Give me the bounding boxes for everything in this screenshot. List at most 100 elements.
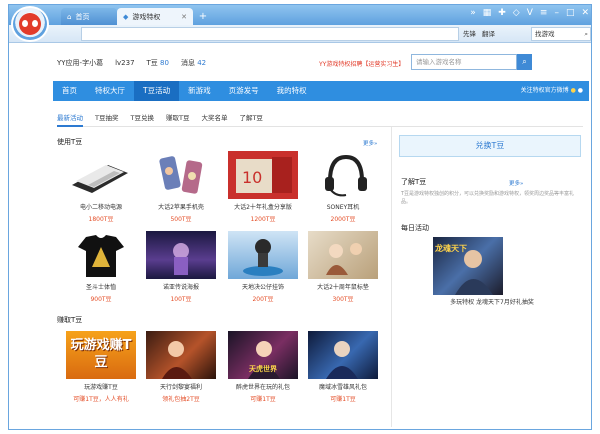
- tdou-label: T豆: [146, 59, 158, 67]
- close-window-icon[interactable]: ✕: [581, 8, 589, 18]
- use-item[interactable]: 大话2十周年鼠标垫 300T豆: [307, 231, 379, 303]
- pioneer-tool[interactable]: 先锋: [463, 28, 476, 38]
- messages[interactable]: 消息 42: [181, 58, 206, 68]
- close-icon[interactable]: ✕: [181, 13, 187, 21]
- grid-icon[interactable]: ▦: [483, 8, 492, 18]
- learn-more-link[interactable]: 更多»: [509, 179, 523, 187]
- earn-tdou-title: 赚取T豆: [57, 316, 83, 324]
- gift-box-image: 10: [228, 151, 298, 199]
- browser-search-input[interactable]: 找游戏 ⌕: [531, 27, 591, 41]
- follow-weibo-text: 关注特权官方微博: [520, 87, 569, 94]
- item-name: 天行剑黎宴福利: [159, 384, 202, 391]
- item-price: 1800T豆: [88, 216, 114, 223]
- weibo-icon: ●: [570, 87, 576, 94]
- browser-tab-strip: ⌂ 首页 ◆ 游戏特权 ✕ + » ▦ ✚ ◇ V ≡ – □ ✕: [9, 5, 591, 25]
- use-item[interactable]: SONEY耳机 2000T豆: [307, 151, 379, 223]
- exchange-tdou-button[interactable]: 兑换T豆: [399, 135, 581, 157]
- game-search-input[interactable]: 请输入游戏名称: [411, 54, 517, 70]
- subtab-earn[interactable]: 赚取T豆: [166, 111, 189, 127]
- item-reward: 可赚1T豆，人人有礼: [73, 396, 129, 403]
- recruit-promo-link[interactable]: YY游戏特权招聘【运营实习生】: [319, 59, 404, 68]
- browser-window: ⌂ 首页 ◆ 游戏特权 ✕ + » ▦ ✚ ◇ V ≡ – □ ✕ ← ↻ 先锋…: [8, 4, 592, 430]
- game-logo-text: 天虎世界: [249, 365, 277, 373]
- subtab-latest[interactable]: 最新活动: [57, 111, 83, 127]
- earn-item[interactable]: 魔域冰雪雄风礼包 可赚1T豆: [307, 331, 379, 403]
- user-level: lv237: [115, 59, 135, 67]
- menu-item-webgame-codes[interactable]: 页游发号: [220, 81, 268, 101]
- subtab-exchange[interactable]: T豆兑换: [130, 111, 153, 127]
- earn-banner-text: 玩游戏赚T豆: [70, 338, 132, 370]
- gem-icon[interactable]: ◇: [513, 8, 520, 18]
- item-reward: 领礼包抽2T豆: [162, 396, 200, 403]
- use-item[interactable]: 天地决公仔挂饰 200T豆: [227, 231, 299, 303]
- address-bar[interactable]: [81, 27, 459, 41]
- item-name: 电小二移动电源: [79, 204, 122, 211]
- browser-logo[interactable]: [11, 6, 49, 42]
- qq-weibo-icon: ●: [577, 87, 583, 94]
- menu-icon[interactable]: ≡: [540, 8, 548, 18]
- search-icon[interactable]: ⌕: [584, 28, 588, 40]
- use-item[interactable]: 圣斗士体恤 900T豆: [65, 231, 137, 303]
- earn-item[interactable]: 玩游戏赚T豆 玩游戏赚T豆 可赚1T豆，人人有礼: [65, 331, 137, 403]
- subtab-lottery[interactable]: T豆抽奖: [95, 111, 118, 127]
- menu-item-my-privileges[interactable]: 我的特权: [268, 81, 316, 101]
- item-name: SONEY耳机: [326, 204, 360, 211]
- use-item[interactable]: 诺亚传说海报 100T豆: [145, 231, 217, 303]
- menu-item-home[interactable]: 首页: [53, 81, 86, 101]
- tab-label: 首页: [75, 12, 90, 21]
- address-tools: 先锋 翻译: [463, 28, 495, 38]
- sidebar-divider: [391, 127, 392, 427]
- use-item[interactable]: 大话2苹果手机壳 500T豆: [145, 151, 217, 223]
- use-item[interactable]: 电小二移动电源 1800T豆: [65, 151, 137, 223]
- follow-weibo-link[interactable]: 关注特权官方微博 ● ●: [521, 81, 583, 101]
- translate-tool[interactable]: 翻译: [482, 28, 495, 38]
- browser-tab-home[interactable]: ⌂ 首页: [61, 8, 117, 25]
- browser-tab-privilege[interactable]: ◆ 游戏特权 ✕: [117, 8, 193, 25]
- item-price: 500T豆: [170, 216, 192, 223]
- use-tdou-title: 使用T豆: [57, 138, 83, 146]
- username[interactable]: YY应用-字小葛: [57, 58, 103, 68]
- item-name: 圣斗士体恤: [85, 284, 116, 291]
- browser-search-value: 找游戏: [535, 30, 555, 38]
- menu-item-tdou-activity[interactable]: T豆活动: [134, 81, 180, 101]
- double-chevron-icon[interactable]: »: [470, 8, 476, 18]
- menu-item-new-games[interactable]: 新游戏: [179, 81, 220, 101]
- browser-toolbar-icons: » ▦ ✚ ◇ V ≡ – □ ✕: [470, 8, 589, 18]
- subtab-winners[interactable]: 大奖名单: [201, 111, 227, 127]
- page-content: YY应用-字小葛 lv237 T豆 80 消息 42 YY游戏特权招聘【运营实习…: [9, 43, 591, 429]
- game-search-button[interactable]: ⌕: [517, 54, 532, 70]
- new-tab-button[interactable]: +: [195, 8, 211, 25]
- item-name: 天地决公仔挂饰: [241, 284, 284, 291]
- main-menu: 首页 特权大厅 T豆活动 新游戏 页游发号 我的特权 关注特权官方微博 ● ●: [53, 81, 589, 101]
- earn-item[interactable]: 天行剑黎宴福利 领礼包抽2T豆: [145, 331, 217, 403]
- earn-item[interactable]: 天虎世界 醉虎世界在玩的礼包 可赚1T豆: [227, 331, 299, 403]
- house-icon: ⌂: [67, 12, 72, 21]
- item-reward: 可赚1T豆: [330, 396, 356, 403]
- maximize-icon[interactable]: □: [566, 8, 575, 18]
- item-price: 2000T豆: [330, 216, 356, 223]
- item-name: 大话2十周年鼠标垫: [317, 284, 369, 291]
- item-price: 200T豆: [252, 296, 274, 303]
- figurine-image: [228, 231, 298, 279]
- tshirt-image: [66, 231, 136, 279]
- daily-activity-title: 每日活动: [401, 224, 429, 232]
- svg-text:10: 10: [242, 168, 262, 187]
- daily-activity-image[interactable]: 龙魂天下: [433, 237, 503, 295]
- minimize-icon[interactable]: –: [554, 8, 559, 18]
- subtab-about[interactable]: 了解T豆: [239, 111, 262, 127]
- v-badge-icon[interactable]: V: [527, 8, 533, 18]
- tdou-value: 80: [160, 59, 169, 67]
- daily-game-logo-text: 龙魂天下: [435, 244, 467, 253]
- use-item[interactable]: 10 大话2十年礼盒分享版 1200T豆: [227, 151, 299, 223]
- item-price: 100T豆: [170, 296, 192, 303]
- play-game-banner-image: 玩游戏赚T豆: [66, 331, 136, 379]
- item-name: 大话2苹果手机壳: [158, 204, 204, 211]
- game-art-image: [308, 331, 378, 379]
- learn-tdou-description: T豆是游戏特权独创的积分，可以兑换奖励和游戏特权，领奖周边奖品等丰富礼品。: [401, 191, 575, 205]
- tab-label: 游戏特权: [132, 12, 161, 21]
- menu-item-privilege-hall[interactable]: 特权大厅: [86, 81, 134, 101]
- use-more-link[interactable]: 更多»: [363, 139, 377, 147]
- phone-case-image: [146, 151, 216, 199]
- gamepad-icon[interactable]: ✚: [498, 8, 506, 18]
- daily-activity-caption[interactable]: 多玩特权 龙魂天下7月好礼抽奖: [401, 297, 583, 306]
